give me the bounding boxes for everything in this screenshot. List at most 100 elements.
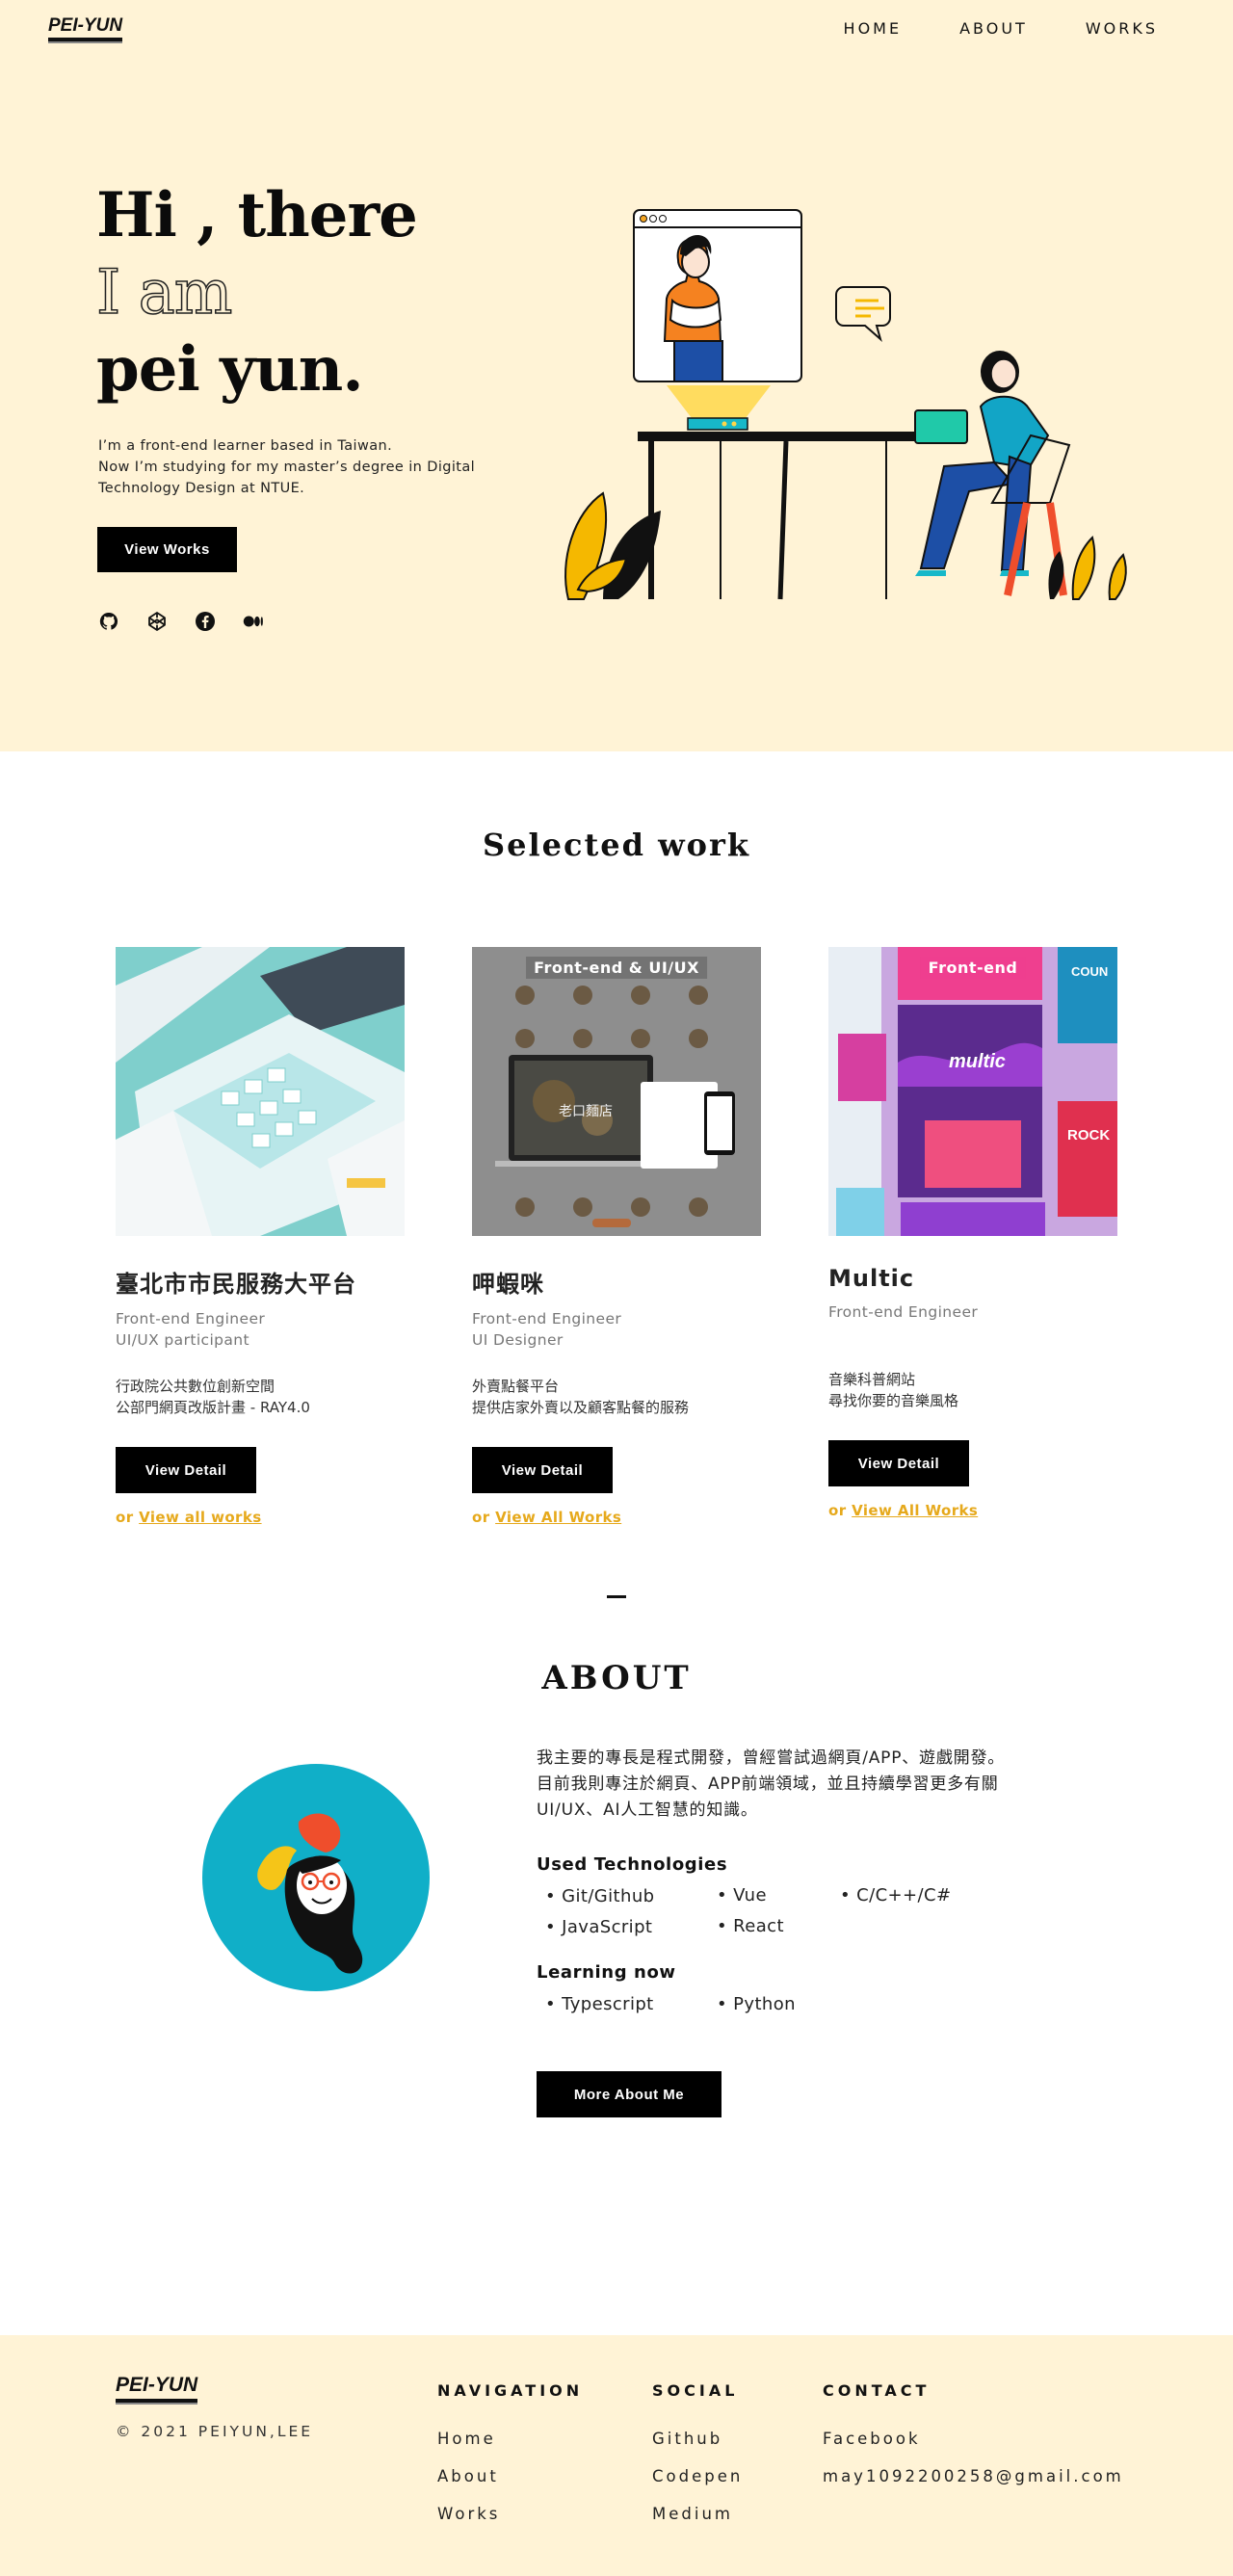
more-about-me-button[interactable]: More About Me (537, 2071, 721, 2117)
footer-link-home[interactable]: Home (437, 2420, 583, 2458)
codepen-icon[interactable] (146, 611, 168, 632)
view-all-works-link[interactable]: View All Works (495, 1509, 621, 1526)
work-role-line-2: UI Designer (472, 1331, 564, 1349)
work-role-line-1: Front-end Engineer (828, 1303, 979, 1321)
work-desc-line-2: 公部門網頁改版計畫 - RAY4.0 (116, 1399, 310, 1416)
taipei-mockup-image (116, 947, 405, 1236)
footer-contact: CONTACT Facebook may1092200258@gmail.com (823, 2381, 1124, 2495)
used-tech-col-1: Git/Github JavaScript (545, 1881, 654, 1943)
tech-item: Git/Github (545, 1881, 654, 1912)
used-technologies-heading: Used Technologies (537, 1854, 728, 1875)
footer-link-medium[interactable]: Medium (652, 2495, 743, 2533)
tech-item: Python (717, 1989, 796, 2020)
work-desc-line-2: 尋找你要的音樂風格 (828, 1392, 959, 1409)
view-detail-button[interactable]: View Detail (828, 1440, 969, 1486)
learning-now-heading: Learning now (537, 1962, 676, 1983)
svg-text:COUN: COUN (1071, 964, 1108, 979)
top-nav: HOME ABOUT WORKS (844, 19, 1158, 38)
footer-link-github[interactable]: Github (652, 2420, 743, 2458)
site-logo[interactable]: PEI-YUN (48, 15, 123, 41)
footer-link-works[interactable]: Works (437, 2495, 583, 2533)
work-role-line-2: UI/UX participant (116, 1331, 249, 1349)
tech-item: C/C++/C# (840, 1880, 951, 1911)
footer-link-facebook[interactable]: Facebook (823, 2420, 1124, 2458)
tech-item: React (717, 1911, 784, 1942)
hero-desc-line-1: I’m a front-end learner based in Taiwan. (98, 438, 393, 454)
footer-logo[interactable]: PEI-YUN (116, 2374, 198, 2403)
copyright: © 2021 PEIYUN,LEE (116, 2423, 314, 2440)
footer-social-title: SOCIAL (652, 2381, 739, 2400)
works-title: Selected work (482, 827, 751, 863)
view-all-works: or View All Works (828, 1502, 1117, 1519)
xiamimi-mockup-image: 老口麵店 (472, 947, 761, 1236)
more-prefix: or (116, 1509, 140, 1526)
work-role-line-1: Front-end Engineer (472, 1310, 622, 1327)
hero-line-3: pei yun. (96, 333, 364, 406)
work-thumbnail[interactable]: 老口麵店 Front-end & UI/UX (472, 947, 761, 1236)
work-card-xiamimi: 老口麵店 Front-end & UI/UX 呷蝦咪 Front-end Eng… (472, 947, 761, 1526)
more-prefix: or (472, 1509, 496, 1526)
nav-about[interactable]: ABOUT (959, 19, 1028, 38)
view-detail-button[interactable]: View Detail (472, 1447, 613, 1493)
view-works-button[interactable]: View Works (97, 527, 237, 572)
about-intro-line-1: 我主要的專長是程式開發，曾經嘗試過網頁/APP、遊戲開發。 (537, 1748, 1006, 1768)
used-tech-col-2: Vue React (717, 1880, 784, 1942)
work-role-line-1: Front-end Engineer (116, 1310, 266, 1327)
hero-section: PEI-YUN HOME ABOUT WORKS Hi , there I am… (0, 0, 1233, 751)
work-role: Front-end Engineer (828, 1301, 1117, 1344)
view-all-works-link[interactable]: View All Works (852, 1502, 978, 1519)
avatar (202, 1764, 430, 1991)
tech-item: Typescript (545, 1989, 654, 2020)
work-description: 外賣點餐平台 提供店家外賣以及顧客點餐的服務 (472, 1376, 761, 1418)
about-title: ABOUT (541, 1659, 692, 1697)
work-desc-line-2: 提供店家外賣以及顧客點餐的服務 (472, 1399, 690, 1416)
view-all-works-link[interactable]: View all works (139, 1509, 261, 1526)
about-intro: 我主要的專長是程式開發，曾經嘗試過網頁/APP、遊戲開發。 目前我則專注於網頁、… (537, 1746, 1057, 1824)
work-role: Front-end Engineer UI/UX participant (116, 1308, 405, 1351)
work-desc-line-1: 音樂科普網站 (828, 1371, 916, 1388)
work-title: 呷蝦咪 (472, 1271, 544, 1298)
view-all-works: or View all works (116, 1509, 405, 1526)
footer-nav-title: NAVIGATION (437, 2381, 584, 2400)
multic-mockup-image: multic ROCK COUN (828, 947, 1117, 1236)
section-divider (607, 1595, 626, 1598)
hero-desc-line-2: Now I’m studying for my master’s degree … (98, 460, 476, 496)
nav-works[interactable]: WORKS (1086, 19, 1158, 38)
footer-link-about[interactable]: About (437, 2458, 583, 2495)
work-tag: Front-end & UI/UX (526, 957, 707, 979)
work-tag: Front-end (920, 957, 1026, 979)
hero-line-2: I am (95, 256, 233, 329)
footer-navigation: NAVIGATION Home About Works (437, 2381, 583, 2533)
svg-text:ROCK: ROCK (1067, 1127, 1110, 1143)
tech-item: Vue (717, 1880, 784, 1911)
work-thumbnail[interactable]: multic ROCK COUN Front-end (828, 947, 1117, 1236)
footer: PEI-YUN © 2021 PEIYUN,LEE NAVIGATION Hom… (0, 2335, 1233, 2576)
about-intro-line-2: 目前我則專注於網頁、APP前端領域，並且持續學習更多有關UI/UX、AI人工智慧… (537, 1774, 999, 1820)
more-prefix: or (828, 1502, 853, 1519)
work-role: Front-end Engineer UI Designer (472, 1308, 761, 1351)
hero-heading: Hi , there I am pei yun. (95, 177, 418, 408)
svg-text:multic: multic (949, 1051, 1006, 1072)
github-icon[interactable] (98, 611, 119, 632)
hero-illustration (564, 209, 1127, 600)
work-card-multic: multic ROCK COUN Front-end Multic Front-… (828, 947, 1117, 1519)
nav-home[interactable]: HOME (844, 19, 903, 38)
social-icons (98, 611, 264, 632)
work-description: 音樂科普網站 尋找你要的音樂風格 (828, 1369, 1117, 1411)
medium-icon[interactable] (243, 611, 264, 632)
work-desc-line-1: 行政院公共數位創新空間 (116, 1378, 275, 1395)
work-title: 臺北市市民服務大平台 (116, 1271, 356, 1298)
learning-col-2: Python (717, 1989, 796, 2020)
tech-item: JavaScript (545, 1912, 654, 1943)
view-detail-button[interactable]: View Detail (116, 1447, 256, 1493)
learning-col-1: Typescript (545, 1989, 654, 2020)
work-desc-line-1: 外賣點餐平台 (472, 1378, 560, 1395)
work-thumbnail[interactable] (116, 947, 405, 1236)
facebook-icon[interactable] (195, 611, 216, 632)
svg-text:老口麵店: 老口麵店 (559, 1104, 613, 1119)
work-description: 行政院公共數位創新空間 公部門網頁改版計畫 - RAY4.0 (116, 1376, 405, 1418)
footer-link-email[interactable]: may1092200258@gmail.com (823, 2458, 1124, 2495)
used-tech-col-3: C/C++/C# (840, 1880, 951, 1911)
footer-social: SOCIAL Github Codepen Medium (652, 2381, 743, 2533)
footer-link-codepen[interactable]: Codepen (652, 2458, 743, 2495)
